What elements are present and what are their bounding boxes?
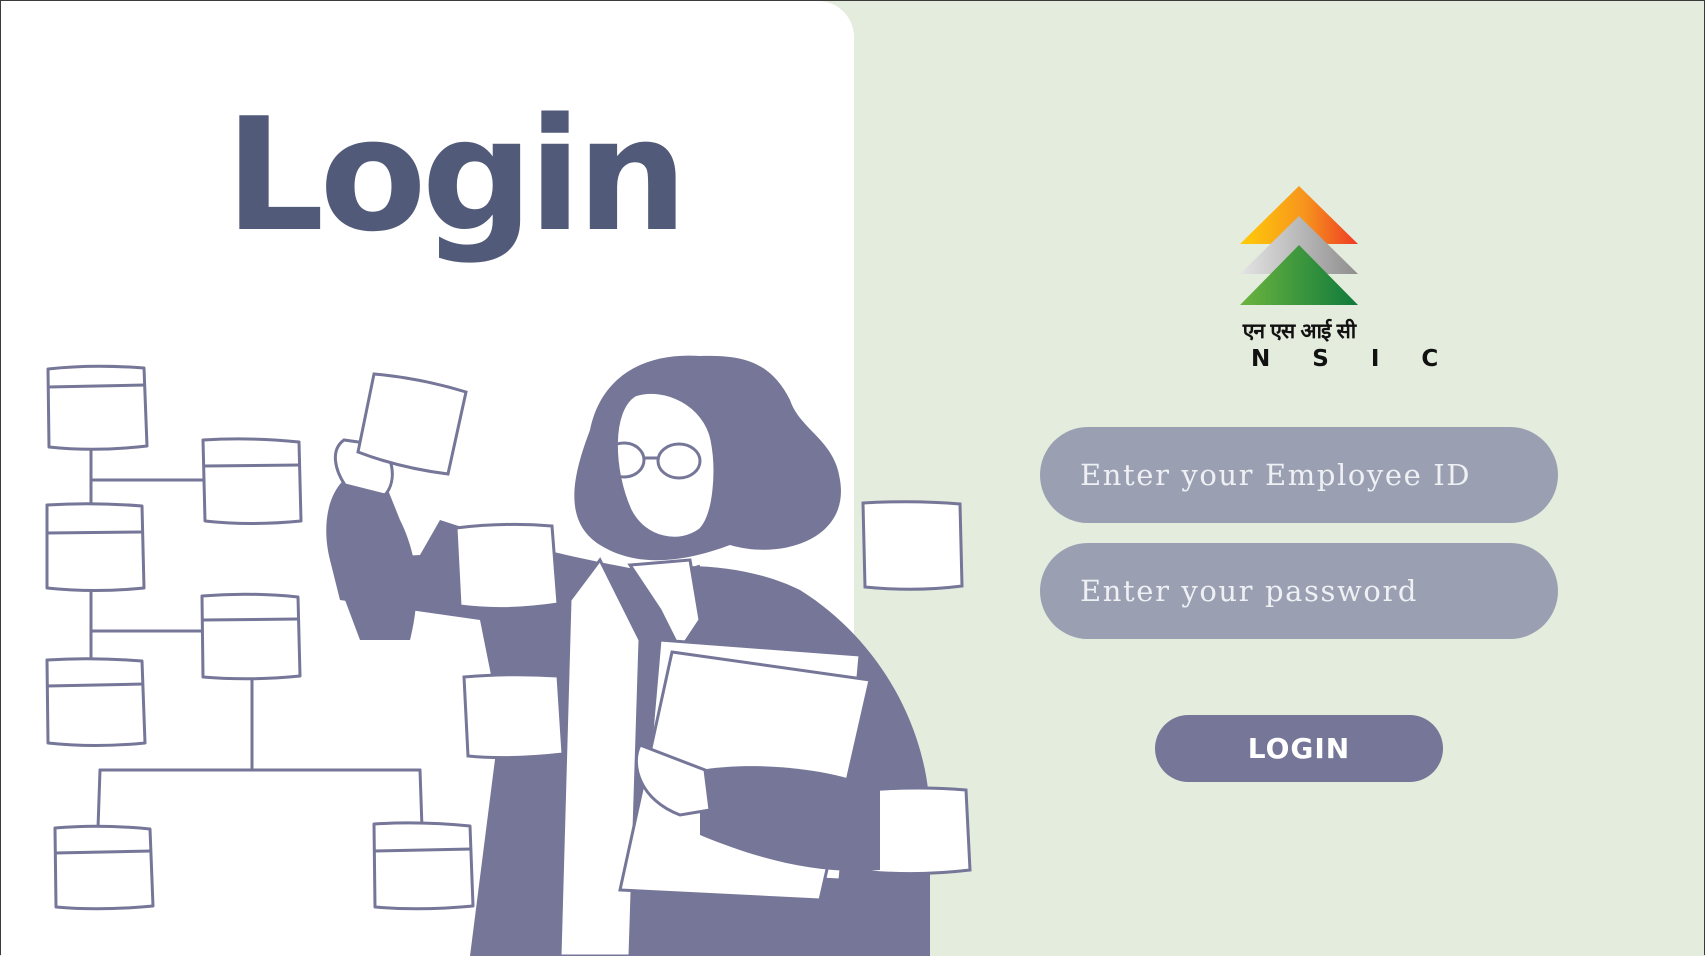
- login-button[interactable]: LOGIN: [1155, 715, 1443, 782]
- page-title: Login: [225, 84, 688, 266]
- brand-name: N S I C: [1251, 346, 1456, 372]
- employee-id-input[interactable]: [1040, 427, 1558, 523]
- brand-hindi-name: एन एस आई सी: [1242, 319, 1356, 343]
- password-input[interactable]: [1040, 543, 1558, 639]
- left-panel: Login: [1, 1, 854, 956]
- nsic-logo: एन एस आई सी N S I C: [1234, 180, 1456, 375]
- nsic-tricolor-chevron-logo-icon: [1240, 186, 1358, 305]
